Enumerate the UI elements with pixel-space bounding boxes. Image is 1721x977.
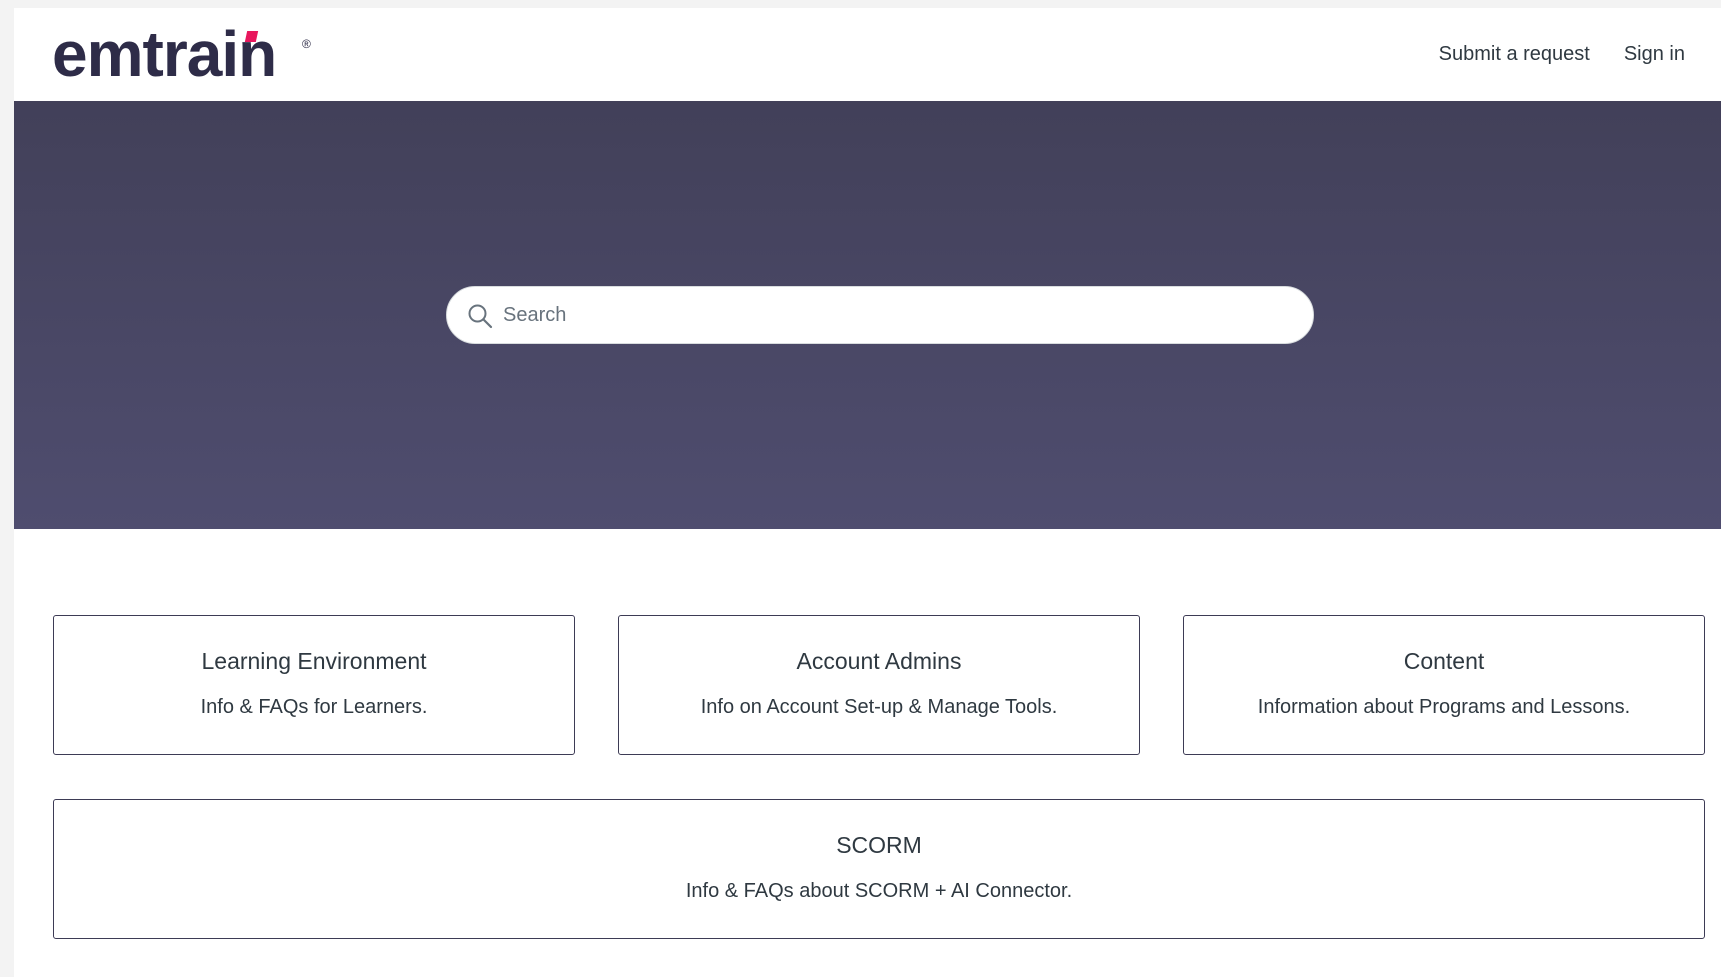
logo-registered-mark: ® (302, 37, 311, 51)
sign-in-link[interactable]: Sign in (1624, 43, 1685, 66)
site-header: emtrain ® Submit a request Sign in (14, 8, 1721, 101)
header-nav: Submit a request Sign in (1439, 8, 1685, 101)
category-description: Info on Account Set-up & Manage Tools. (700, 696, 1058, 718)
category-description: Information about Programs and Lessons. (1257, 696, 1631, 718)
category-card-learning-environment[interactable]: Learning Environment Info & FAQs for Lea… (53, 615, 575, 755)
category-title: SCORM (836, 832, 922, 858)
category-title: Content (1403, 648, 1485, 674)
category-title: Account Admins (796, 648, 962, 674)
search-input[interactable] (503, 287, 1293, 343)
logo-accent-mark (244, 31, 259, 42)
top-strip (0, 0, 1721, 8)
category-description: Info & FAQs for Learners. (200, 696, 428, 718)
search-icon (468, 304, 493, 329)
hero-banner (14, 101, 1721, 529)
search-box[interactable] (446, 286, 1314, 344)
submit-request-link[interactable]: Submit a request (1439, 43, 1590, 66)
logo-wordmark: emtrain (52, 18, 277, 90)
category-card-account-admins[interactable]: Account Admins Info on Account Set-up & … (618, 615, 1140, 755)
category-title: Learning Environment (201, 648, 427, 674)
left-rail (0, 0, 14, 977)
category-description: Info & FAQs about SCORM + AI Connector. (685, 880, 1073, 902)
help-center-page: emtrain ® Submit a request Sign in Learn… (0, 0, 1721, 977)
emtrain-logo[interactable]: emtrain ® (52, 18, 311, 90)
category-card-scorm[interactable]: SCORM Info & FAQs about SCORM + AI Conne… (53, 799, 1705, 939)
category-card-content[interactable]: Content Information about Programs and L… (1183, 615, 1705, 755)
